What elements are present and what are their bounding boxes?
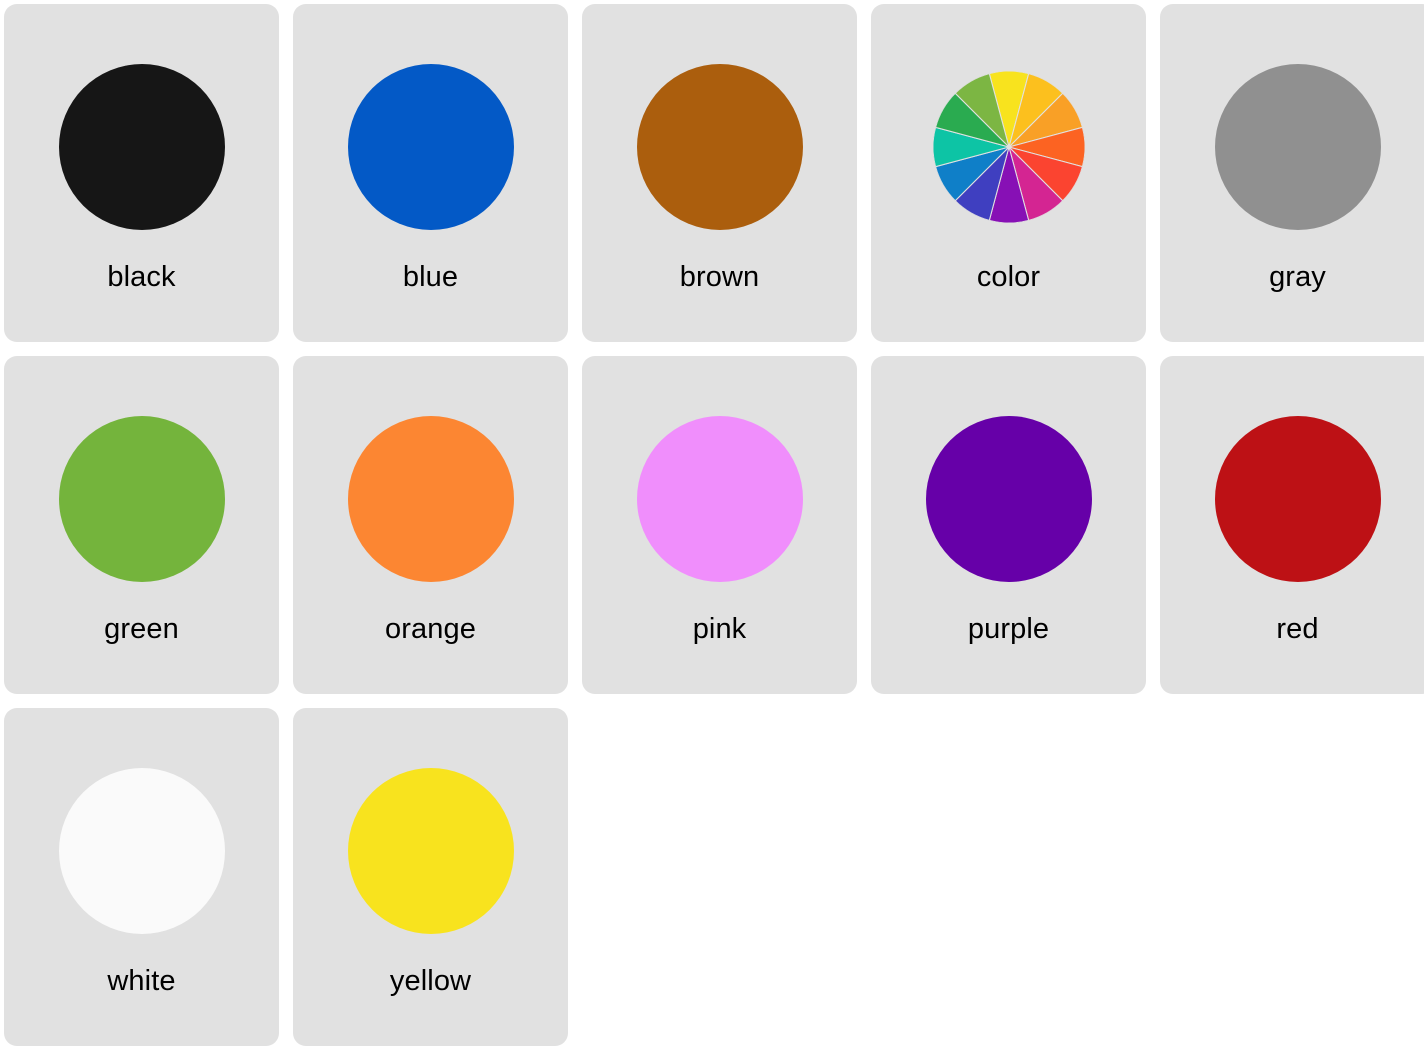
swatch-label: purple xyxy=(967,613,1050,645)
swatch-label: red xyxy=(1276,613,1319,645)
swatch-card-green[interactable]: green xyxy=(4,356,279,694)
swatch-card-pink[interactable]: pink xyxy=(582,356,857,694)
swatch-label: yellow xyxy=(389,965,472,997)
swatch-circle-container xyxy=(346,62,516,232)
swatch-card-orange[interactable]: orange xyxy=(293,356,568,694)
swatch-circle-container xyxy=(1213,414,1383,584)
circle-swatch-purple xyxy=(925,416,1092,582)
circle-swatch-blue xyxy=(347,64,514,230)
circle-swatch-yellow xyxy=(347,768,514,934)
circle-swatch-brown xyxy=(636,64,803,230)
swatch-card-gray[interactable]: gray xyxy=(1160,4,1424,342)
swatch-card-black[interactable]: black xyxy=(4,4,279,342)
swatch-circle-container xyxy=(635,62,805,232)
circle-swatch-pink xyxy=(636,416,803,582)
color-swatch-grid: black blue brown color gray green orange pink pu… xyxy=(0,0,1424,1046)
circle-swatch-white xyxy=(58,768,225,934)
swatch-circle-container xyxy=(924,414,1094,584)
swatch-label: gray xyxy=(1269,261,1326,293)
swatch-label: pink xyxy=(692,613,747,645)
circle-swatch-orange xyxy=(347,416,514,582)
swatch-label: orange xyxy=(385,613,476,645)
swatch-card-color[interactable]: color xyxy=(871,4,1146,342)
swatch-label: green xyxy=(104,613,179,645)
swatch-circle-container xyxy=(57,414,227,584)
swatch-card-purple[interactable]: purple xyxy=(871,356,1146,694)
swatch-circle-container xyxy=(346,414,516,584)
swatch-circle-container xyxy=(346,766,516,936)
circle-swatch-gray xyxy=(1214,64,1381,230)
swatch-card-yellow[interactable]: yellow xyxy=(293,708,568,1046)
swatch-circle-container xyxy=(57,62,227,232)
swatch-circle-container xyxy=(924,62,1094,232)
swatch-card-red[interactable]: red xyxy=(1160,356,1424,694)
circle-swatch-black xyxy=(58,64,225,230)
circle-swatch-green xyxy=(58,416,225,582)
swatch-label: color xyxy=(976,261,1041,293)
swatch-label: blue xyxy=(402,261,459,293)
color-wheel-swatch xyxy=(932,71,1085,223)
swatch-circle-container xyxy=(57,766,227,936)
swatch-card-brown[interactable]: brown xyxy=(582,4,857,342)
swatch-card-white[interactable]: white xyxy=(4,708,279,1046)
swatch-label: brown xyxy=(679,261,760,293)
swatch-label: white xyxy=(107,965,176,997)
swatch-circle-container xyxy=(635,414,805,584)
circle-swatch-red xyxy=(1214,416,1381,582)
swatch-circle-container xyxy=(1213,62,1383,232)
swatch-card-blue[interactable]: blue xyxy=(293,4,568,342)
swatch-label: black xyxy=(107,261,176,293)
